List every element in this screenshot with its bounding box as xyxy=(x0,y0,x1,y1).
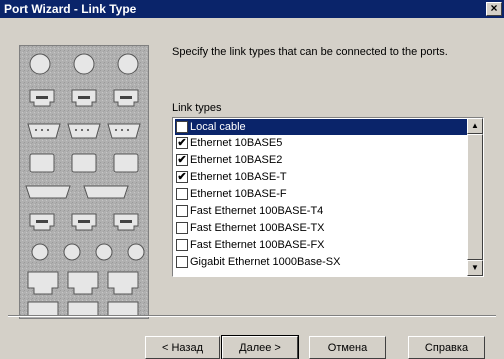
cancel-button[interactable]: Отмена xyxy=(309,336,386,359)
close-button[interactable]: × xyxy=(486,2,502,16)
checkbox[interactable] xyxy=(176,239,188,251)
checkbox[interactable] xyxy=(176,188,188,200)
network-ports-image xyxy=(19,45,149,319)
list-item-label: Ethernet 10BASE-F xyxy=(190,188,287,200)
checkmark-icon: ✔ xyxy=(177,154,187,166)
link-types-list[interactable]: Local cable ✔ Ethernet 10BASE5 ✔ Etherne… xyxy=(172,117,484,277)
checkbox[interactable] xyxy=(176,205,188,217)
back-button[interactable]: < Назад xyxy=(145,336,220,359)
link-types-label: Link types xyxy=(172,102,222,114)
checkbox[interactable]: ✔ xyxy=(176,171,188,183)
list-item-ethernet-10base2[interactable]: ✔ Ethernet 10BASE2 xyxy=(175,152,467,168)
checkmark-icon: ✔ xyxy=(177,171,187,183)
title-bar[interactable]: Port Wizard - Link Type × xyxy=(0,0,504,18)
arrow-down-icon: ▼ xyxy=(471,263,479,272)
list-item-label: Fast Ethernet 100BASE-T4 xyxy=(190,205,324,217)
network-ports-art xyxy=(20,46,148,318)
list-item-fast-ethernet-100base-fx[interactable]: Fast Ethernet 100BASE-FX xyxy=(175,237,467,253)
scroll-up-button[interactable]: ▲ xyxy=(467,118,483,134)
scroll-down-button[interactable]: ▼ xyxy=(467,260,483,276)
list-item-label: Ethernet 10BASE-T xyxy=(190,171,287,183)
list-item-local-cable[interactable]: Local cable xyxy=(175,119,467,135)
list-item-label: Fast Ethernet 100BASE-TX xyxy=(190,222,325,234)
list-item-ethernet-10base5[interactable]: ✔ Ethernet 10BASE5 xyxy=(175,135,467,151)
list-item-fast-ethernet-100base-tx[interactable]: Fast Ethernet 100BASE-TX xyxy=(175,220,467,236)
list-item-ethernet-10base-f[interactable]: Ethernet 10BASE-F xyxy=(175,186,467,202)
window-title: Port Wizard - Link Type xyxy=(4,2,137,16)
wizard-body: Specify the link types that can be conne… xyxy=(0,18,504,359)
list-item-label: Fast Ethernet 100BASE-FX xyxy=(190,239,325,251)
list-item-ethernet-10base-t[interactable]: ✔ Ethernet 10BASE-T xyxy=(175,169,467,185)
checkbox[interactable]: ✔ xyxy=(176,137,188,149)
checkmark-icon: ✔ xyxy=(177,137,187,149)
arrow-up-icon: ▲ xyxy=(471,121,479,130)
scroll-thumb[interactable] xyxy=(467,134,483,260)
help-button[interactable]: Справка xyxy=(408,336,485,359)
next-button[interactable]: Далее > xyxy=(221,335,299,359)
list-scrollbar[interactable]: ▲ ▼ xyxy=(467,118,483,276)
instruction-text: Specify the link types that can be conne… xyxy=(172,46,448,58)
checkbox[interactable] xyxy=(176,121,188,133)
list-item-label: Ethernet 10BASE2 xyxy=(190,154,283,166)
button-separator xyxy=(8,315,496,317)
checkbox[interactable] xyxy=(176,222,188,234)
checkbox[interactable]: ✔ xyxy=(176,154,188,166)
checkbox[interactable] xyxy=(176,256,188,268)
list-item-label: Local cable xyxy=(190,121,246,133)
list-item-gigabit-ethernet-1000base-sx[interactable]: Gigabit Ethernet 1000Base-SX xyxy=(175,254,467,270)
list-item-label: Ethernet 10BASE5 xyxy=(190,137,283,149)
list-item-fast-ethernet-100base-t4[interactable]: Fast Ethernet 100BASE-T4 xyxy=(175,203,467,219)
list-item-label: Gigabit Ethernet 1000Base-SX xyxy=(190,256,341,268)
close-icon: × xyxy=(490,1,498,15)
